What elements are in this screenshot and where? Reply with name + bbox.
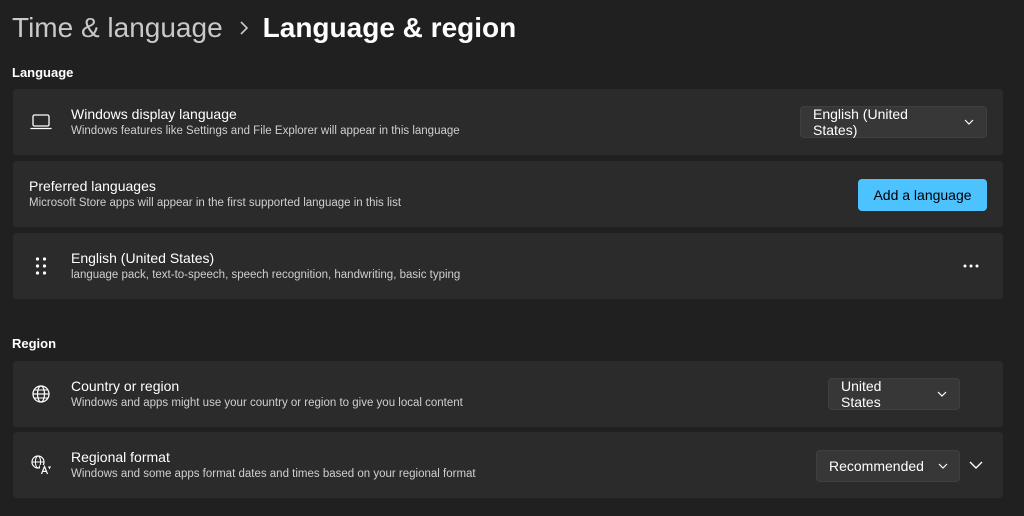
- card-subtitle: Microsoft Store apps will appear in the …: [29, 197, 402, 209]
- preferred-languages-card: Preferred languages Microsoft Store apps…: [13, 161, 1003, 227]
- country-or-region-card: Country or region Windows and apps might…: [13, 361, 1003, 427]
- chevron-down-icon: [938, 463, 948, 469]
- add-language-button[interactable]: Add a language: [858, 179, 987, 211]
- breadcrumb-parent-link[interactable]: Time & language: [12, 12, 223, 44]
- card-title: Regional format: [71, 449, 170, 465]
- section-title-language: Language: [12, 65, 74, 80]
- chevron-right-icon: [239, 21, 249, 35]
- display-language-dropdown[interactable]: English (United States): [800, 106, 987, 138]
- card-title: Country or region: [71, 378, 180, 394]
- laptop-icon: [29, 110, 53, 134]
- dropdown-selected-value: Recommended: [829, 458, 924, 474]
- country-or-region-text: Country or region Windows and apps might…: [71, 361, 463, 427]
- dropdown-selected-value: English (United States): [813, 106, 908, 138]
- card-subtitle: Windows and some apps format dates and t…: [71, 468, 476, 480]
- globe-icon: [29, 382, 53, 406]
- card-title: Preferred languages: [29, 178, 156, 194]
- card-subtitle: Windows features like Settings and File …: [71, 125, 460, 137]
- card-title: English (United States): [71, 250, 215, 266]
- dropdown-selected-value: United States: [841, 378, 882, 410]
- windows-display-language-card: Windows display language Windows feature…: [13, 89, 1003, 155]
- card-subtitle: Windows and apps might use your country …: [71, 397, 463, 409]
- windows-display-language-text: Windows display language Windows feature…: [71, 89, 460, 155]
- installed-language-card[interactable]: English (United States) language pack, t…: [13, 233, 1003, 299]
- settings-page: Time & language Language & region Langua…: [0, 0, 1024, 516]
- card-subtitle: language pack, text-to-speech, speech re…: [71, 269, 461, 281]
- preferred-languages-text: Preferred languages Microsoft Store apps…: [29, 161, 401, 227]
- regional-format-dropdown[interactable]: Recommended: [816, 450, 960, 482]
- expand-chevron-icon[interactable]: [965, 454, 987, 476]
- section-title-region: Region: [12, 336, 57, 351]
- breadcrumb: Time & language Language & region: [12, 10, 516, 46]
- installed-language-text: English (United States) language pack, t…: [71, 233, 460, 299]
- more-options-icon[interactable]: [959, 254, 983, 278]
- page-title: Language & region: [262, 12, 517, 43]
- regional-format-card[interactable]: Regional format Windows and some apps fo…: [13, 432, 1003, 498]
- regional-format-text: Regional format Windows and some apps fo…: [71, 432, 476, 498]
- regional-format-icon: [29, 453, 53, 477]
- card-title: Windows display language: [71, 106, 237, 122]
- drag-handle-icon[interactable]: [29, 254, 53, 278]
- chevron-down-icon: [937, 391, 947, 397]
- chevron-down-icon: [964, 119, 974, 125]
- country-dropdown[interactable]: United States: [828, 378, 960, 410]
